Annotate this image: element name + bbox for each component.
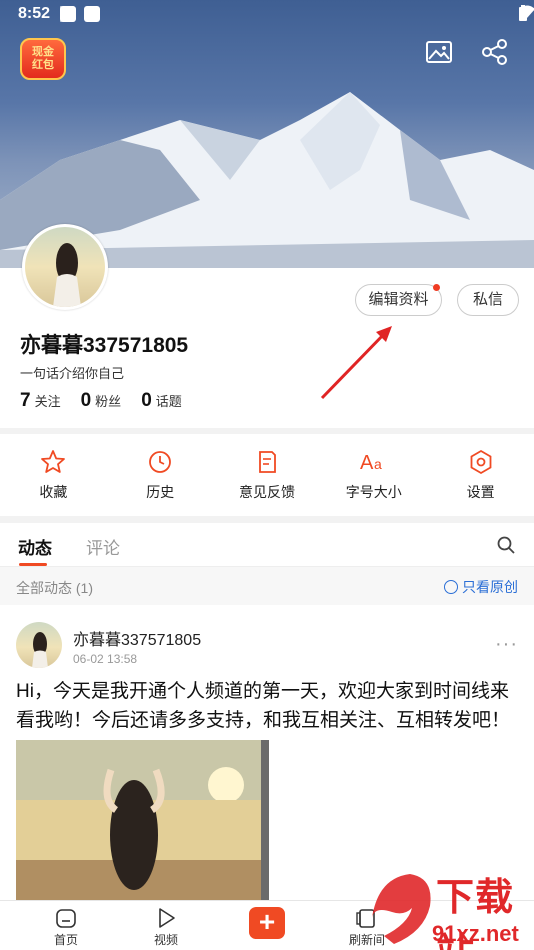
profile-avatar[interactable] — [22, 224, 108, 310]
avatar-figure — [53, 243, 81, 307]
edit-profile-badge-dot — [433, 284, 440, 291]
cash-badge-label: 现金 红包 — [32, 46, 54, 71]
post-author-avatar[interactable] — [16, 622, 62, 668]
post-author-name[interactable]: 亦暮暮337571805 — [73, 626, 201, 650]
menu-item-feedback[interactable]: 意见反馈 — [214, 434, 321, 516]
menu-item-favorites[interactable]: 收藏 — [0, 434, 107, 516]
share-icon[interactable] — [479, 36, 511, 68]
post-image[interactable] — [16, 740, 269, 905]
status-time: 8:52 — [18, 5, 51, 22]
cash-redpacket-badge[interactable]: 现金 红包 — [20, 38, 66, 80]
profile-stats: 7 关注 0 粉丝 0 话题 — [20, 390, 182, 412]
filter-bar: 全部动态 (1) 只看原创 — [0, 567, 534, 605]
stat-label: 话题 — [155, 394, 182, 409]
profile-bio[interactable]: 一句话介绍你自己 — [20, 363, 124, 382]
menu-item-history[interactable]: 历史 — [107, 434, 214, 516]
stat-following[interactable]: 7 关注 — [20, 390, 61, 412]
profile-username: 亦暮暮337571805 — [20, 334, 189, 357]
play-icon — [159, 908, 175, 928]
stat-label: 粉丝 — [95, 394, 122, 409]
content-tabs: 动态 评论 — [0, 523, 534, 567]
status-bar: 8:52 A — [0, 0, 534, 30]
image-icon[interactable] — [423, 36, 455, 68]
svg-text:A: A — [360, 452, 374, 474]
menu-item-settings[interactable]: 设置 — [427, 434, 534, 516]
stat-value: 0 — [80, 390, 92, 411]
settings-icon — [470, 449, 491, 475]
nav-home[interactable]: 首页 — [36, 905, 96, 948]
tab-activity[interactable]: 动态 — [18, 534, 52, 559]
battery-icon — [519, 5, 527, 21]
menu-label: 意见反馈 — [238, 484, 295, 500]
private-message-button[interactable]: 私信 — [457, 284, 519, 316]
create-post-button[interactable]: + — [249, 907, 285, 939]
status-square-icon — [84, 6, 100, 22]
menu-label: 收藏 — [39, 484, 68, 500]
stat-value: 0 — [141, 390, 152, 411]
font-size-icon: Aa — [360, 452, 382, 474]
avatar-image — [25, 227, 105, 307]
menu-label: 设置 — [466, 484, 495, 500]
search-icon[interactable] — [496, 535, 516, 555]
watermark-url: 91xz.net — [432, 921, 519, 946]
stat-followers[interactable]: 0 粉丝 — [81, 390, 122, 412]
feedback-icon — [259, 451, 276, 473]
clock-icon — [149, 451, 172, 473]
post-text: Hi，今天是我开通个人频道的第一天，欢迎大家到时间线来看我哟！今后还请多多支持，… — [16, 681, 511, 731]
annotation-arrow — [320, 326, 392, 400]
status-icons: A — [60, 6, 100, 22]
nav-video[interactable]: 视频 — [136, 905, 196, 948]
stat-topics[interactable]: 0 话题 — [141, 390, 182, 412]
menu-item-font-size[interactable]: Aa 字号大小 — [320, 434, 427, 516]
svg-text:A: A — [64, 10, 70, 20]
star-icon — [41, 450, 66, 473]
stat-value: 7 — [20, 390, 31, 411]
stat-label: 关注 — [34, 394, 61, 409]
status-a-icon: A — [60, 6, 74, 22]
avatar-figure — [32, 632, 48, 668]
original-only-label: 只看原创 — [462, 579, 518, 595]
edit-profile-button[interactable]: 编辑资料 — [355, 284, 442, 316]
radio-circle-icon — [444, 580, 458, 594]
menu-label: 历史 — [146, 484, 175, 500]
original-only-toggle[interactable]: 只看原创 — [444, 577, 518, 597]
nav-label: 首页 — [53, 933, 78, 947]
post-time: 06-02 13:58 — [73, 652, 138, 666]
home-icon — [56, 909, 76, 928]
more-options-icon[interactable]: ··· — [495, 633, 518, 656]
nav-label: 视频 — [153, 933, 178, 947]
quick-menu: 收藏 历史 意见反馈 Aa 字号大小 设置 — [0, 434, 534, 516]
active-tab-indicator — [19, 563, 47, 566]
all-activity-count: 全部动态 (1) — [16, 580, 93, 596]
svg-text:a: a — [374, 456, 382, 472]
post-image-illustration — [16, 740, 269, 905]
tab-comments[interactable]: 评论 — [86, 534, 120, 559]
menu-label: 字号大小 — [345, 484, 402, 500]
